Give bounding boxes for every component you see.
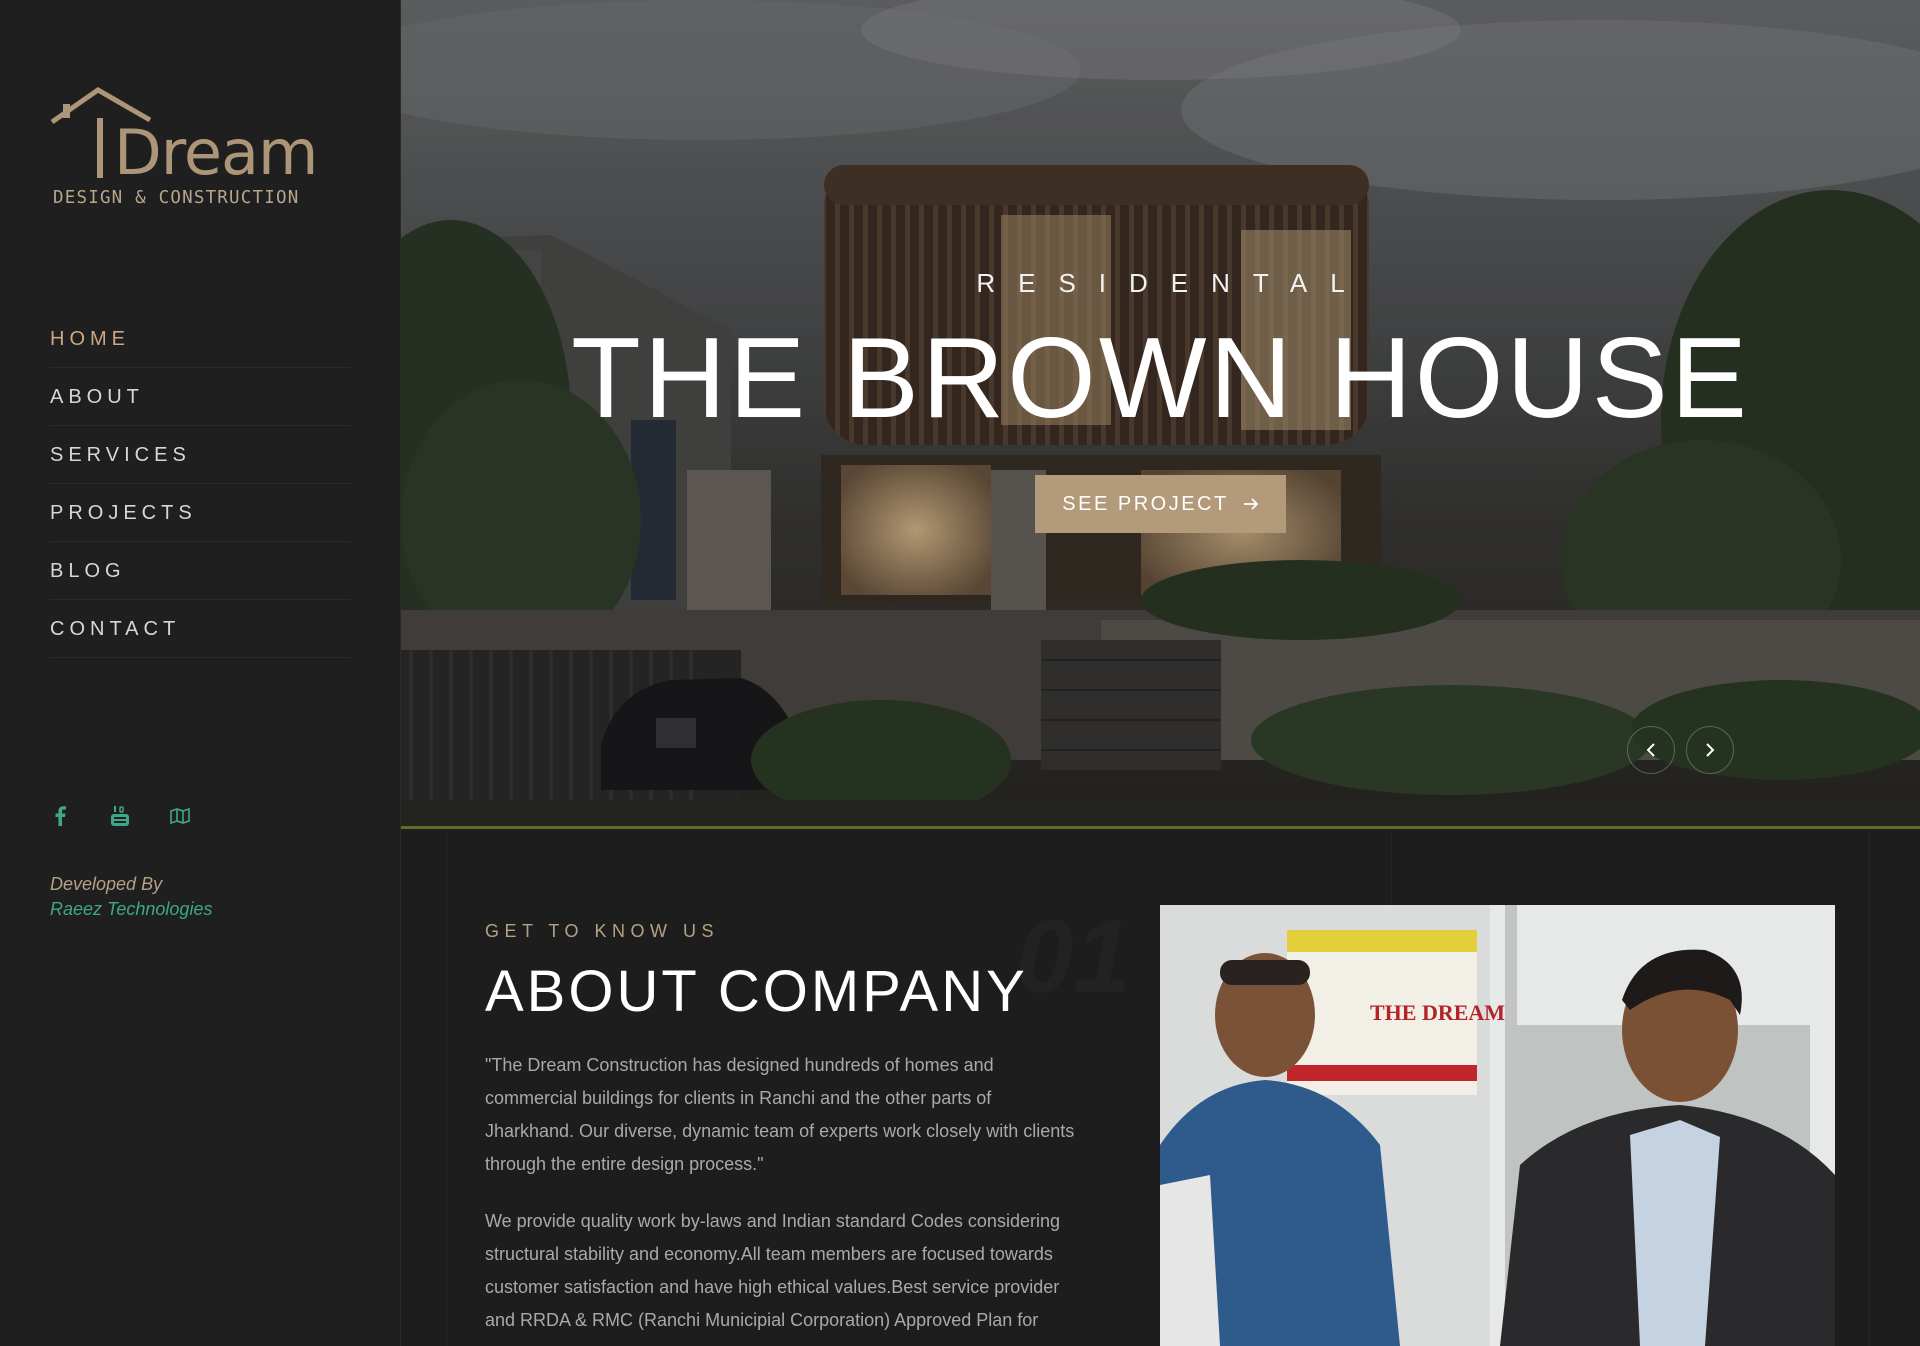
chevron-right-icon bbox=[1706, 743, 1715, 757]
nav-item-contact[interactable]: CONTACT bbox=[50, 601, 350, 658]
developer-credit: Developed By Raeez Technologies bbox=[50, 872, 212, 922]
team-photo-image: THE DREAM bbox=[1160, 905, 1835, 1346]
poster-text: THE DREAM bbox=[1370, 1000, 1505, 1025]
slider-next-button[interactable] bbox=[1686, 726, 1734, 774]
hero-title: THE BROWN HOUSE bbox=[571, 315, 1750, 442]
about-team-photo: THE DREAM bbox=[1160, 905, 1835, 1346]
credit-company-link[interactable]: Raeez Technologies bbox=[50, 897, 212, 922]
arrow-right-icon bbox=[1243, 498, 1258, 510]
section-number: 01 bbox=[1016, 899, 1132, 1015]
nav-item-projects[interactable]: PROJECTS bbox=[50, 485, 350, 542]
about-section: 01 GET TO KNOW US ABOUT COMPANY "The Dre… bbox=[401, 829, 1920, 1346]
see-project-button[interactable]: SEE PROJECT bbox=[1035, 475, 1286, 533]
grid-line bbox=[446, 829, 447, 1346]
brand-name: Dream bbox=[114, 116, 318, 189]
chevron-left-icon bbox=[1646, 743, 1655, 757]
nav-item-services[interactable]: SERVICES bbox=[50, 427, 350, 484]
about-title: ABOUT COMPANY bbox=[485, 959, 1028, 1024]
sidebar: Dream DESIGN & CONSTRUCTION HOME ABOUT S… bbox=[0, 0, 401, 1346]
nav-item-home[interactable]: HOME bbox=[50, 311, 350, 368]
main-nav: HOME ABOUT SERVICES PROJECTS BLOG CONTAC… bbox=[50, 311, 350, 659]
see-project-label: SEE PROJECT bbox=[1062, 492, 1229, 515]
facebook-icon[interactable] bbox=[50, 806, 70, 826]
nav-item-about[interactable]: ABOUT bbox=[50, 369, 350, 426]
hero-category: RESIDENTAL bbox=[976, 268, 1368, 298]
slider-prev-button[interactable] bbox=[1627, 726, 1675, 774]
credit-label: Developed By bbox=[50, 874, 163, 894]
about-paragraph-2: We provide quality work by-laws and Indi… bbox=[485, 1211, 1060, 1330]
about-paragraph-1: "The Dream Construction has designed hun… bbox=[485, 1055, 1075, 1174]
social-links bbox=[50, 806, 190, 826]
nav-item-blog[interactable]: BLOG bbox=[50, 543, 350, 600]
youtube-icon[interactable] bbox=[110, 806, 130, 826]
brand-logo[interactable]: Dream DESIGN & CONSTRUCTION bbox=[50, 86, 318, 216]
brand-tagline: DESIGN & CONSTRUCTION bbox=[53, 188, 300, 208]
hero-slider: RESIDENTAL THE BROWN HOUSE SEE PROJECT bbox=[401, 0, 1920, 829]
about-kicker: GET TO KNOW US bbox=[485, 921, 720, 941]
map-icon[interactable] bbox=[170, 806, 190, 826]
grid-line bbox=[1869, 829, 1870, 1346]
